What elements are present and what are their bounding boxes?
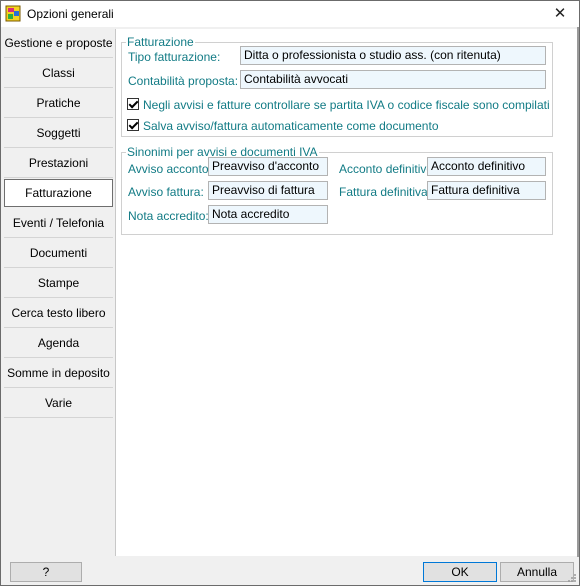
check-partita-iva-label[interactable]: Negli avvisi e fatture controllare se pa… (143, 98, 550, 112)
app-icon (5, 5, 21, 22)
sidebar-item-cerca-testo-libero[interactable]: Cerca testo libero (4, 299, 113, 328)
check-partita-iva-checkbox[interactable] (127, 98, 139, 110)
window-edge (577, 27, 579, 557)
sidebar-item-soggetti[interactable]: Soggetti (4, 119, 113, 148)
sidebar-item-agenda[interactable]: Agenda (4, 329, 113, 358)
salva-avviso-label[interactable]: Salva avviso/fattura automaticamente com… (143, 119, 439, 133)
avviso-fattura-field[interactable]: Preavviso di fattura (208, 181, 328, 200)
title-bar: Opzioni generali ✕ (1, 1, 579, 27)
sidebar-item-eventi-telefonia[interactable]: Eventi / Telefonia (4, 209, 113, 238)
acconto-definitivo-field[interactable]: Acconto definitivo (427, 157, 546, 176)
sidebar-item-pratiche[interactable]: Pratiche (4, 89, 113, 118)
tipo-fatturazione-label: Tipo fatturazione: (128, 50, 221, 64)
dialog-footer: ? OK Annulla (1, 557, 579, 585)
contabilita-proposta-label: Contabilità proposta: (128, 74, 239, 88)
salva-avviso-checkbox[interactable] (127, 119, 139, 131)
acconto-definitivo-label: Acconto definitivo (339, 162, 434, 176)
sidebar-item-documenti[interactable]: Documenti (4, 239, 113, 268)
nota-accredito-label: Nota accredito: (128, 209, 209, 223)
ok-button[interactable]: OK (423, 562, 497, 582)
resize-grip-icon[interactable] (567, 573, 577, 583)
sidebar-item-prestazioni[interactable]: Prestazioni (4, 149, 113, 178)
options-dialog: Opzioni generali ✕ Gestione e proposte C… (0, 0, 580, 586)
sidebar-item-fatturazione[interactable]: Fatturazione (4, 179, 113, 207)
sidebar-item-stampe[interactable]: Stampe (4, 269, 113, 298)
close-icon[interactable]: ✕ (548, 4, 572, 24)
sidebar-item-gestione-e-proposte[interactable]: Gestione e proposte (4, 29, 113, 58)
avviso-acconto-label: Avviso acconto: (128, 162, 212, 176)
contabilita-proposta-field[interactable]: Contabilità avvocati (240, 70, 546, 89)
fatturazione-group-title: Fatturazione (127, 35, 194, 49)
tipo-fatturazione-field[interactable]: Ditta o professionista o studio ass. (co… (240, 46, 546, 65)
avviso-acconto-field[interactable]: Preavviso d'acconto (208, 157, 328, 176)
sidebar-item-varie[interactable]: Varie (4, 389, 113, 418)
nota-accredito-field[interactable]: Nota accredito (208, 205, 328, 224)
fattura-definitiva-field[interactable]: Fattura definitiva (427, 181, 546, 200)
window-title: Opzioni generali (27, 7, 114, 21)
fattura-definitiva-label: Fattura definitiva: (339, 185, 432, 199)
sidebar-item-somme-in-deposito[interactable]: Somme in deposito (4, 359, 113, 388)
sidebar: Gestione e proposte Classi Pratiche Sogg… (4, 29, 114, 557)
avviso-fattura-label: Avviso fattura: (128, 185, 204, 199)
help-button[interactable]: ? (10, 562, 82, 582)
cancel-button[interactable]: Annulla (500, 562, 574, 582)
settings-panel: Fatturazione Tipo fatturazione: Ditta o … (115, 29, 579, 556)
sidebar-item-classi[interactable]: Classi (4, 59, 113, 88)
